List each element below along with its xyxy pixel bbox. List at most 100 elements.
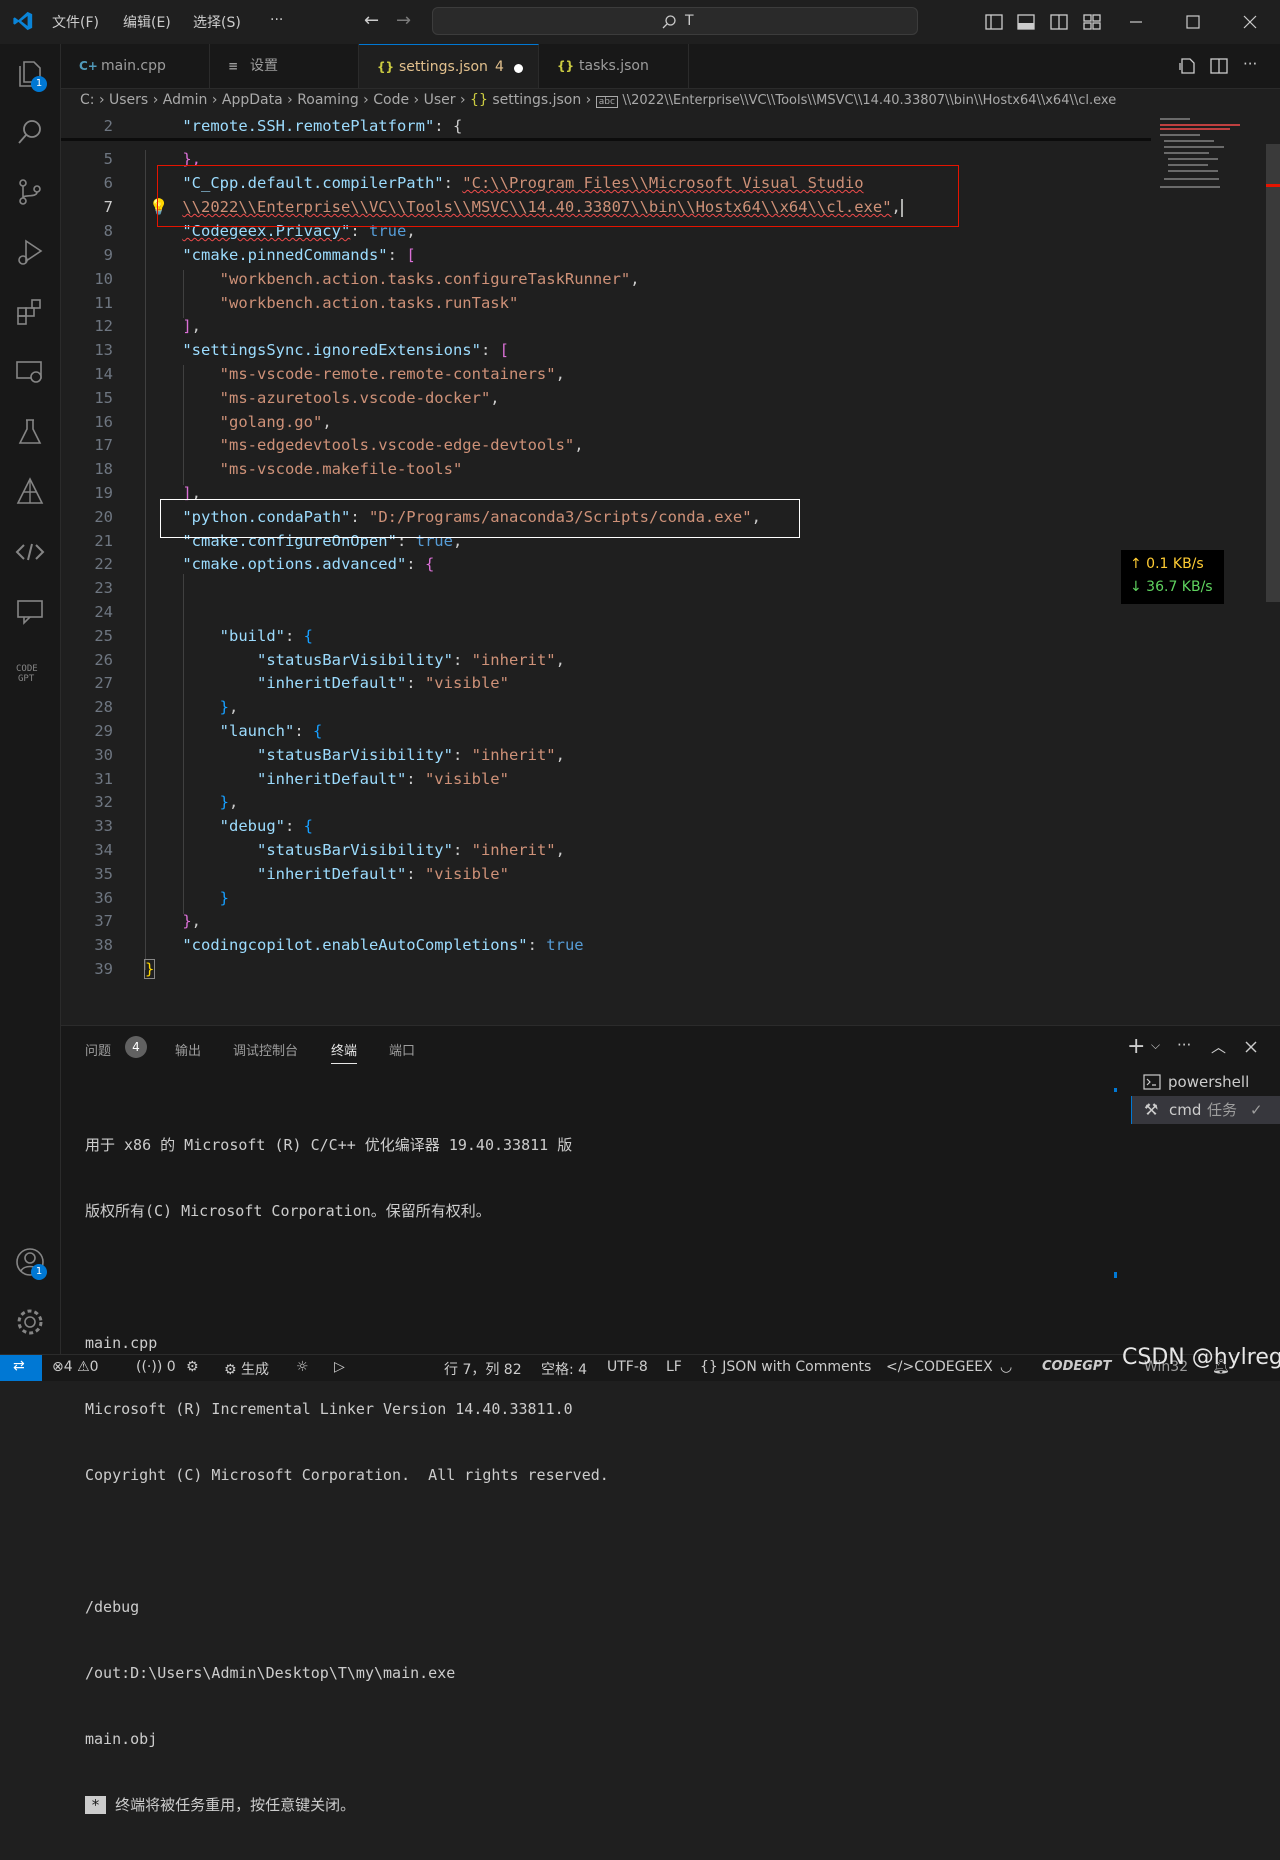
codegeex-icon[interactable]	[14, 536, 46, 568]
indentation[interactable]: 空格: 4	[541, 1359, 587, 1379]
more-actions-icon[interactable]: ···	[1243, 55, 1257, 73]
debug-status-icon[interactable]: ⚙	[186, 1359, 199, 1375]
codegpt-icon[interactable]: CODEGPT	[14, 656, 46, 688]
new-terminal-icon[interactable]: +	[1127, 1034, 1145, 1059]
tab-terminal[interactable]: 终端	[331, 1040, 358, 1064]
chevron-up-icon[interactable]: ︿	[1211, 1036, 1226, 1057]
annotation-red-box	[157, 165, 959, 227]
terminal-item-powershell[interactable]: powershell	[1131, 1068, 1280, 1096]
back-arrow-icon[interactable]: ←	[364, 10, 379, 31]
bug-icon[interactable]: ☼	[296, 1359, 309, 1375]
json-key: "inheritDefault"	[256, 674, 407, 692]
line-number: 10	[94, 270, 113, 288]
json-key: "settingsSync.ignoredExtensions"	[182, 341, 481, 359]
json-key: "debug"	[219, 817, 285, 835]
close-icon[interactable]	[1242, 14, 1258, 30]
toggle-secondary-sidebar-icon[interactable]	[1050, 13, 1068, 31]
terminal-item-cmd-task[interactable]: ⚒ cmd 任务 ✓	[1131, 1096, 1280, 1124]
line-number: 36	[94, 889, 113, 907]
breadcrumb-item[interactable]: Users	[109, 92, 148, 108]
language-mode[interactable]: {} JSON with Comments	[700, 1359, 871, 1375]
unsaved-dot-icon[interactable]	[514, 64, 523, 73]
tab-problems[interactable]: 问题	[85, 1040, 111, 1059]
sync-icon[interactable]: ◡	[1000, 1359, 1012, 1375]
warning-count: 0	[89, 1359, 99, 1375]
gear-icon[interactable]	[14, 1306, 46, 1338]
run-debug-icon[interactable]	[14, 236, 46, 268]
tab-settings-json[interactable]: {} settings.json 4	[359, 44, 539, 88]
line-number: 32	[94, 793, 113, 811]
encoding[interactable]: UTF-8	[607, 1359, 648, 1375]
terminal-item-sub: 任务	[1207, 1101, 1238, 1119]
ports-status[interactable]: ((·)) 0	[136, 1359, 176, 1375]
code-line: 35 "inheritDefault": "visible"	[61, 862, 1141, 886]
tab-ports[interactable]: 端口	[389, 1040, 415, 1059]
maximize-icon[interactable]	[1185, 14, 1201, 30]
menu-selection[interactable]: 选择(S)	[193, 12, 241, 32]
testing-icon[interactable]	[14, 416, 46, 448]
close-panel-icon[interactable]	[1244, 1040, 1258, 1054]
menu-file[interactable]: 文件(F)	[52, 12, 99, 32]
remote-explorer-icon[interactable]	[14, 356, 46, 388]
minimize-icon[interactable]	[1128, 14, 1144, 30]
menu-more[interactable]: ···	[270, 12, 283, 28]
code-line: 37 },	[61, 909, 1141, 933]
codegpt-status[interactable]: CODEGPT	[1042, 1359, 1111, 1374]
breadcrumb-item[interactable]: Roaming	[297, 92, 359, 108]
toggle-sidebar-icon[interactable]	[985, 13, 1003, 31]
code-line: 17 "ms-edgedevtools.vscode-edge-devtools…	[61, 433, 1141, 457]
code-editor[interactable]: 2 "remote.SSH.remotePlatform": { 5 }, 6 …	[61, 114, 1280, 1024]
json-string: "ms-edgedevtools.vscode-edge-devtools"	[219, 436, 575, 454]
toggle-panel-icon[interactable]	[1017, 13, 1035, 31]
breadcrumb-item[interactable]: Code	[373, 92, 409, 108]
code-line: 38 "codingcopilot.enableAutoCompletions"…	[61, 933, 1141, 957]
tab-tasks-json[interactable]: {} tasks.json	[539, 44, 689, 88]
breadcrumb-item[interactable]: \\2022\\Enterprise\\VC\\Tools\\MSVC\\14.…	[622, 93, 1116, 108]
minimap[interactable]	[1156, 114, 1266, 194]
remote-indicator[interactable]: ⇄	[0, 1355, 42, 1381]
breadcrumb-item[interactable]: C:	[80, 92, 95, 108]
breadcrumb-item[interactable]: Admin	[163, 92, 208, 108]
open-settings-ui-icon[interactable]	[1178, 57, 1196, 75]
split-editor-icon[interactable]	[1210, 57, 1228, 75]
forward-arrow-icon[interactable]: →	[396, 10, 411, 31]
terminal-output[interactable]: 用于 x86 的 Microsoft (R) C/C++ 优化编译器 19.40…	[85, 1090, 609, 1860]
customize-layout-icon[interactable]	[1083, 13, 1101, 31]
line-number: 39	[94, 960, 113, 978]
more-actions-icon[interactable]: ···	[1177, 1036, 1191, 1054]
breadcrumb-item[interactable]: AppData	[222, 92, 283, 108]
tab-settings-ui[interactable]: ≡ 设置	[210, 44, 359, 88]
source-control-icon[interactable]	[14, 176, 46, 208]
breadcrumb-item[interactable]: settings.json	[492, 92, 581, 108]
code-line: 18 "ms-vscode.makefile-tools"	[61, 457, 1141, 481]
activity-bar: 1 CODE GPT 1	[0, 44, 61, 1354]
end-of-line[interactable]: LF	[666, 1359, 682, 1375]
svg-text:GPT: GPT	[18, 674, 35, 684]
problems-status[interactable]: ⊗4 ⚠0	[52, 1359, 99, 1375]
codegeex-status[interactable]: </>CODEGEEX	[886, 1359, 993, 1375]
tab-debug-console[interactable]: 调试控制台	[233, 1040, 298, 1059]
settings-icon: ≡	[228, 59, 239, 73]
play-icon[interactable]: ▷	[334, 1359, 345, 1375]
terminal-item-label: cmd	[1169, 1101, 1202, 1119]
braces-icon: {}	[700, 1359, 718, 1375]
cmake-icon[interactable]	[14, 476, 46, 508]
editor-scrollbar[interactable]	[1266, 144, 1280, 602]
code-line: 24	[61, 600, 1141, 624]
chat-icon[interactable]	[14, 596, 46, 628]
search-icon[interactable]	[14, 116, 46, 148]
command-center-search[interactable]: T	[432, 7, 918, 35]
build-button[interactable]: ⚙ 生成	[224, 1359, 269, 1379]
tab-output[interactable]: 输出	[175, 1040, 201, 1059]
tab-main-cpp[interactable]: C+ main.cpp	[61, 44, 210, 88]
chevron-down-icon[interactable]: ⌵	[1151, 1038, 1160, 1053]
terminal-marker: *	[85, 1796, 107, 1814]
tab-label: tasks.json	[579, 58, 649, 74]
menu-edit[interactable]: 编辑(E)	[123, 12, 171, 32]
tools-icon: ⚒	[1144, 1100, 1159, 1119]
breadcrumb-item[interactable]: User	[424, 92, 456, 108]
cursor-position[interactable]: 行 7，列 82	[444, 1359, 522, 1379]
line-number: 11	[94, 294, 113, 312]
code-line: 23	[61, 576, 1141, 600]
extensions-icon[interactable]	[14, 296, 46, 328]
